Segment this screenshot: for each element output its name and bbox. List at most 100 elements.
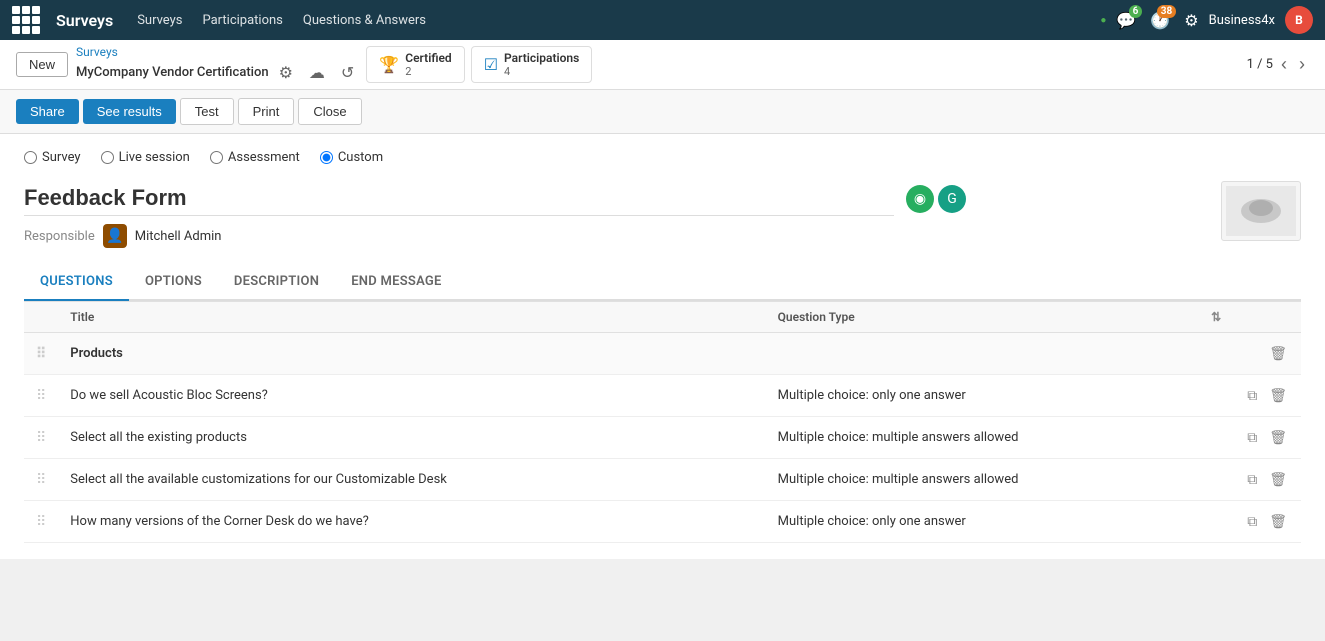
copy-row-button[interactable]: ⧉ <box>1245 427 1259 448</box>
user-avatar[interactable]: B <box>1285 6 1313 34</box>
form-title-row: ◉ G <box>24 181 1221 216</box>
responsible-row: Responsible 👤 Mitchell Admin <box>24 224 1221 248</box>
col-qtype-header: Question Type ⇅ <box>766 302 1234 333</box>
nav-links: Surveys Participations Questions & Answe… <box>137 13 1084 28</box>
stat-badges: 🏆 Certified 2 ☑ Participations 4 <box>366 46 592 83</box>
table-row: ⠿ How many versions of the Corner Desk d… <box>24 501 1301 543</box>
questions-table: Title Question Type ⇅ ⠿ Products 🗑 <box>24 301 1301 543</box>
responsible-label: Responsible <box>24 229 95 244</box>
col-title-header: Title <box>58 302 765 333</box>
pagination: 1 / 5 ‹ › <box>1247 54 1309 75</box>
brand-name: Surveys <box>56 11 113 30</box>
participations-label: Participations <box>504 51 579 65</box>
check-icon: ☑ <box>484 55 498 74</box>
type-live-label[interactable]: Live session <box>101 150 190 165</box>
undo-icon[interactable]: ↺ <box>337 61 358 85</box>
print-button[interactable]: Print <box>238 98 295 125</box>
question-actions: ⧉ 🗑 <box>1233 501 1301 543</box>
delete-row-button[interactable]: 🗑 <box>1267 385 1289 406</box>
col-actions-header <box>1233 302 1301 333</box>
new-button[interactable]: New <box>16 52 68 77</box>
tab-end-message[interactable]: END MESSAGE <box>335 264 457 301</box>
question-type: Multiple choice: multiple answers allowe… <box>766 459 1234 501</box>
breadcrumb-actions: ⚙ ☁ ↺ <box>275 61 359 85</box>
section-qtype <box>766 333 1234 375</box>
survey-thumbnail[interactable] <box>1221 181 1301 241</box>
section-actions: 🗑 <box>1233 333 1301 375</box>
certified-label: Certified <box>405 51 451 65</box>
nav-surveys[interactable]: Surveys <box>137 13 182 28</box>
question-actions: ⧉ 🗑 <box>1233 459 1301 501</box>
delete-row-button[interactable]: 🗑 <box>1267 427 1289 448</box>
type-survey-label[interactable]: Survey <box>24 150 81 165</box>
question-title[interactable]: Select all the available customizations … <box>58 459 765 501</box>
question-title[interactable]: Select all the existing products <box>58 417 765 459</box>
type-custom-radio[interactable] <box>320 151 333 164</box>
copy-row-button[interactable]: ⧉ <box>1245 469 1259 490</box>
integration-teal-icon[interactable]: G <box>938 185 966 213</box>
table-row: ⠿ Select all the existing products Multi… <box>24 417 1301 459</box>
close-button[interactable]: Close <box>298 98 361 125</box>
filter-icon[interactable]: ⇅ <box>1211 310 1221 324</box>
nav-participations[interactable]: Participations <box>202 13 282 28</box>
col-title-text: Title <box>70 310 94 324</box>
user-name[interactable]: Business4x <box>1209 13 1275 28</box>
certified-badge[interactable]: 🏆 Certified 2 <box>366 46 464 83</box>
question-type: Multiple choice: only one answer <box>766 501 1234 543</box>
upload-icon[interactable]: ☁ <box>305 61 329 85</box>
nav-questions-answers[interactable]: Questions & Answers <box>303 13 426 28</box>
next-page-button[interactable]: › <box>1295 54 1309 75</box>
copy-row-button[interactable]: ⧉ <box>1245 511 1259 532</box>
question-actions: ⧉ 🗑 <box>1233 375 1301 417</box>
drag-handle[interactable]: ⠿ <box>24 375 58 417</box>
trophy-icon: 🏆 <box>379 55 399 74</box>
share-button[interactable]: Share <box>16 99 79 124</box>
breadcrumb-parent[interactable]: Surveys <box>76 45 358 59</box>
settings-gear-icon[interactable]: ⚙ <box>275 61 297 85</box>
delete-row-button[interactable]: 🗑 <box>1267 469 1289 490</box>
type-live-radio[interactable] <box>101 151 114 164</box>
type-survey-radio[interactable] <box>24 151 37 164</box>
section-title[interactable]: Products <box>58 333 765 375</box>
responsible-avatar: 👤 <box>103 224 127 248</box>
test-button[interactable]: Test <box>180 98 234 125</box>
type-custom-label[interactable]: Custom <box>320 150 383 165</box>
question-title[interactable]: How many versions of the Corner Desk do … <box>58 501 765 543</box>
participations-badge[interactable]: ☑ Participations 4 <box>471 46 593 83</box>
type-assessment-label[interactable]: Assessment <box>210 150 300 165</box>
top-navigation: Surveys Surveys Participations Questions… <box>0 0 1325 40</box>
form-title-input[interactable] <box>24 181 894 216</box>
question-title[interactable]: Do we sell Acoustic Bloc Screens? <box>58 375 765 417</box>
responsible-name[interactable]: Mitchell Admin <box>135 229 222 244</box>
integration-green-icon[interactable]: ◉ <box>906 185 934 213</box>
breadcrumb-bar: New Surveys MyCompany Vendor Certificati… <box>0 40 1325 90</box>
drag-handle[interactable]: ⠿ <box>24 501 58 543</box>
activity-icon[interactable]: 🕐 38 <box>1150 11 1170 30</box>
question-type: Multiple choice: multiple answers allowe… <box>766 417 1234 459</box>
messages-badge: 6 <box>1129 5 1143 18</box>
prev-page-button[interactable]: ‹ <box>1277 54 1291 75</box>
drag-handle[interactable]: ⠿ <box>24 333 58 375</box>
drag-handle[interactable]: ⠿ <box>24 417 58 459</box>
certified-count: 2 <box>405 65 451 78</box>
table-row: ⠿ Do we sell Acoustic Bloc Screens? Mult… <box>24 375 1301 417</box>
col-drag <box>24 302 58 333</box>
drag-handle[interactable]: ⠿ <box>24 459 58 501</box>
tab-options[interactable]: OPTIONS <box>129 264 218 301</box>
settings-icon[interactable]: ⚙ <box>1184 11 1198 30</box>
see-results-button[interactable]: See results <box>83 99 176 124</box>
copy-row-button[interactable]: ⧉ <box>1245 385 1259 406</box>
delete-row-button[interactable]: 🗑 <box>1267 343 1289 364</box>
apps-grid-icon[interactable] <box>12 6 40 34</box>
messages-icon[interactable]: 💬 6 <box>1116 11 1136 30</box>
type-assessment-text: Assessment <box>228 150 300 165</box>
type-custom-text: Custom <box>338 150 383 165</box>
col-qtype-text: Question Type <box>778 310 855 324</box>
status-icon[interactable]: ● <box>1100 15 1106 26</box>
delete-row-button[interactable]: 🗑 <box>1267 511 1289 532</box>
tab-questions[interactable]: QUESTIONS <box>24 264 129 301</box>
tab-description[interactable]: DESCRIPTION <box>218 264 335 301</box>
main-content: Survey Live session Assessment Custom ◉ … <box>0 134 1325 559</box>
type-assessment-radio[interactable] <box>210 151 223 164</box>
form-title-icons: ◉ G <box>906 185 966 213</box>
